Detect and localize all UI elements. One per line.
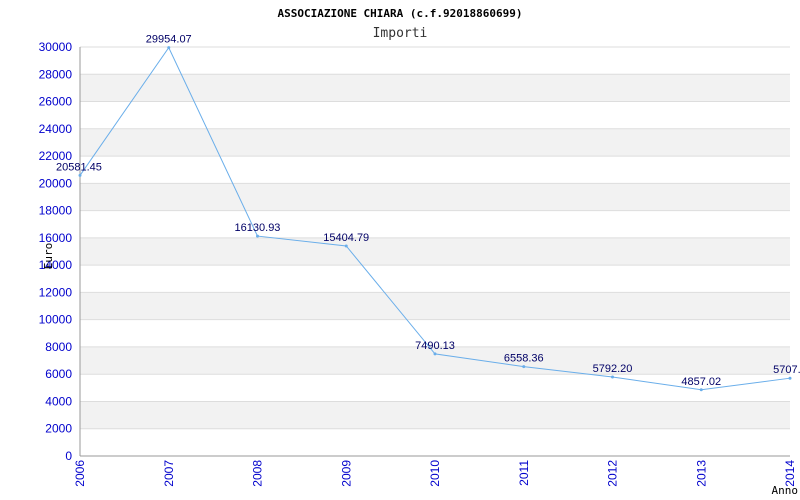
data-label: 7490.13 (415, 340, 455, 352)
data-point (522, 365, 526, 369)
grid-band (80, 183, 790, 211)
data-label: 16130.93 (235, 222, 281, 234)
grid-band (80, 401, 790, 429)
y-tick-label: 0 (65, 449, 72, 463)
grid-band (80, 128, 790, 157)
y-tick-label: 10000 (39, 313, 73, 327)
x-tick-label: 2014 (783, 460, 797, 487)
data-label: 20581.45 (56, 161, 102, 173)
x-tick-label: 2006 (73, 460, 87, 487)
grid-band (80, 292, 790, 320)
data-label: 5792.20 (593, 363, 633, 375)
x-tick-label: 2010 (428, 460, 442, 487)
y-tick-label: 24000 (39, 122, 73, 136)
data-point (788, 376, 792, 380)
y-axis-label: Euro (42, 243, 55, 270)
y-tick-label: 30000 (39, 40, 73, 54)
x-tick-label: 2011 (517, 460, 531, 486)
chart-subtitle: Importi (373, 26, 428, 41)
y-tick-label: 6000 (45, 367, 72, 381)
data-label: 4857.02 (681, 376, 721, 388)
y-tick-label: 26000 (39, 95, 73, 109)
data-label: 6558.36 (504, 353, 544, 365)
x-tick-label: 2009 (339, 460, 353, 487)
data-point (433, 352, 437, 356)
x-tick-label: 2008 (251, 460, 265, 487)
y-tick-label: 4000 (45, 394, 72, 408)
data-label: 5707.4 (773, 364, 800, 376)
grid-band (80, 237, 790, 266)
line-chart: 0200040006000800010000120001400016000180… (39, 7, 800, 497)
chart-title: ASSOCIAZIONE CHIARA (c.f.92018860699) (277, 7, 522, 20)
data-point (78, 173, 82, 177)
data-point (699, 388, 703, 392)
y-tick-label: 18000 (39, 204, 73, 218)
data-point (344, 244, 348, 248)
data-point (611, 375, 614, 379)
x-tick-label: 2012 (606, 460, 620, 487)
x-tick-label: 2007 (162, 460, 176, 487)
data-label: 29954.07 (146, 34, 192, 46)
data-label: 15404.79 (323, 232, 369, 244)
y-tick-label: 8000 (45, 340, 72, 354)
data-point (256, 234, 259, 238)
grid-band (80, 74, 790, 102)
y-tick-label: 28000 (39, 67, 73, 81)
x-axis-label: Anno (772, 484, 799, 497)
y-tick-label: 12000 (39, 285, 73, 299)
y-tick-label: 2000 (45, 422, 72, 436)
x-tick-label: 2013 (694, 460, 708, 487)
y-tick-label: 20000 (39, 176, 73, 190)
data-point (167, 46, 171, 50)
x-tick-labels: 2006 2007 2008 2009 2010 2011 2012 2013 2014 (73, 460, 797, 487)
